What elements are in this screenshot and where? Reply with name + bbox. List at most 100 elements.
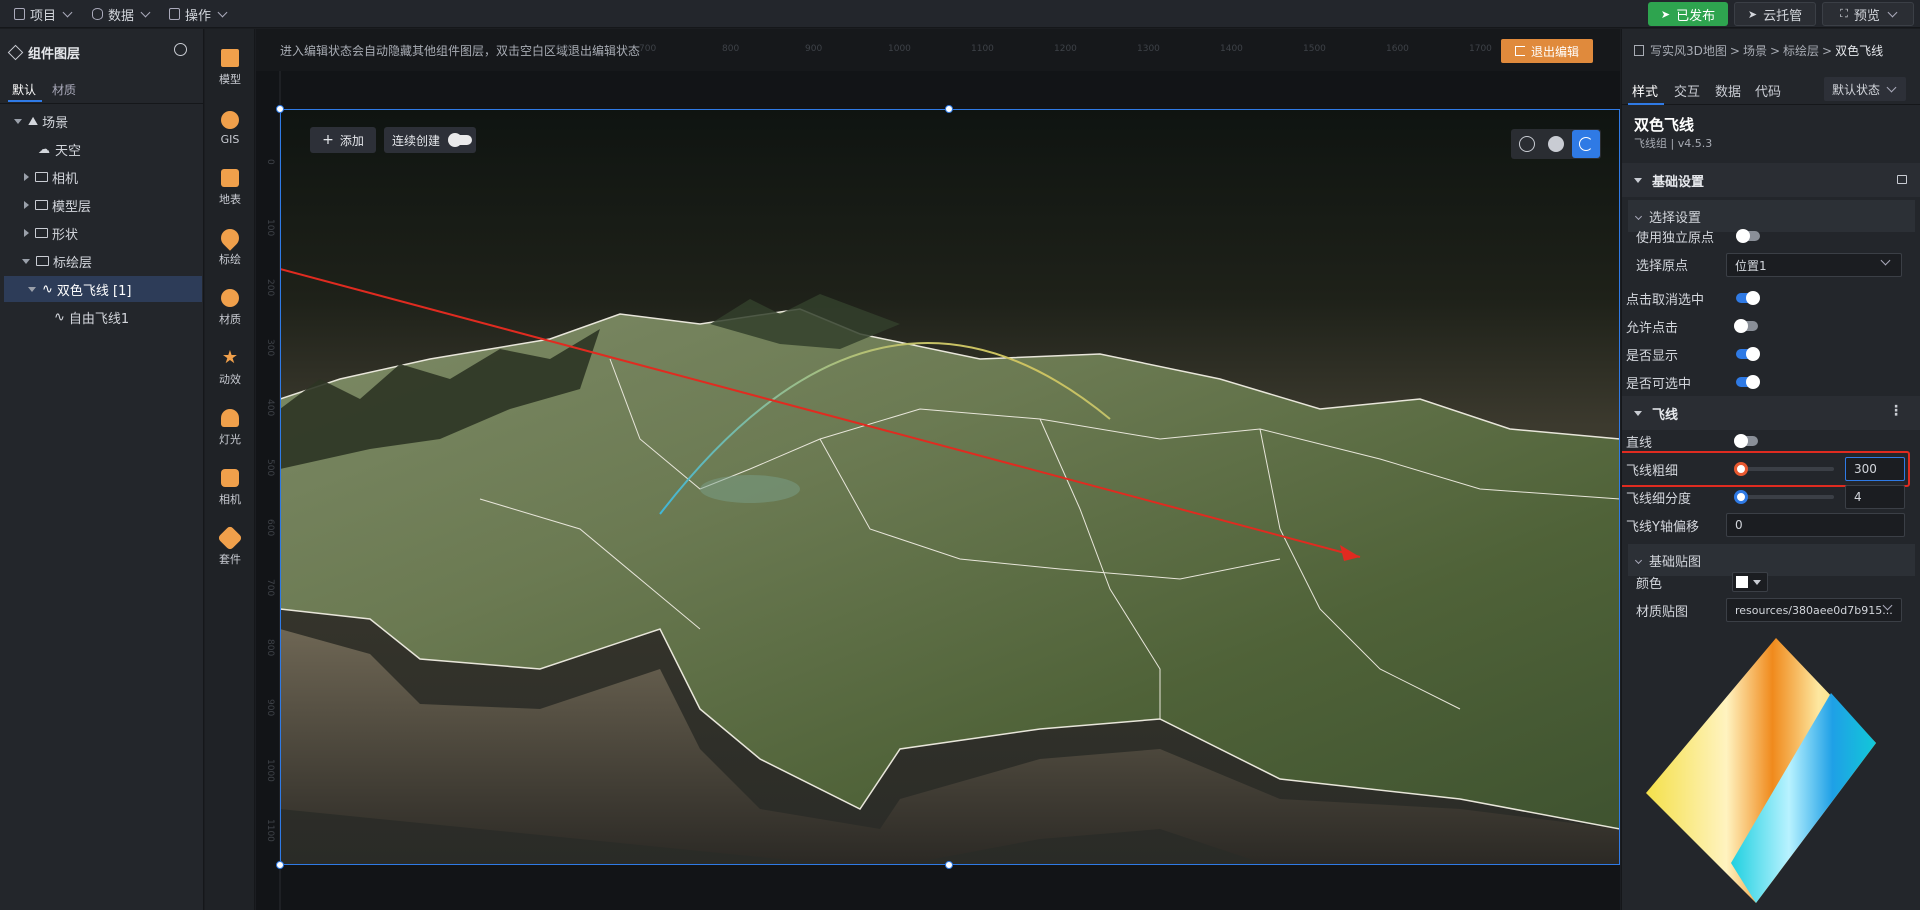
breadcrumb-scene[interactable]: 场景 <box>1743 42 1767 59</box>
allow-click-toggle[interactable] <box>1734 319 1758 333</box>
tab-interaction[interactable]: 交互 <box>1674 81 1700 100</box>
tool-surface[interactable]: 地表 <box>205 159 255 217</box>
ruler-tick-label: 1000 <box>888 44 911 54</box>
tool-model[interactable]: 模型 <box>205 39 255 97</box>
ruler-tick-label: 400 <box>265 399 275 416</box>
tool-gis[interactable]: GIS <box>205 99 255 157</box>
flyline-icon: ∿ <box>42 281 53 297</box>
texture-preview <box>1646 638 1876 903</box>
search-icon[interactable] <box>174 43 187 56</box>
menu-project[interactable]: 项目 <box>14 0 73 28</box>
texture-select[interactable]: resources/380aee0d7b915... <box>1726 598 1902 622</box>
tab-style[interactable]: 样式 <box>1632 81 1658 100</box>
menu-operation[interactable]: 操作 <box>169 0 228 28</box>
thickness-input[interactable]: 300 <box>1845 457 1905 481</box>
breadcrumb-map[interactable]: 写实风3D地图 <box>1650 42 1727 59</box>
more-icon[interactable]: ⋮ <box>1889 404 1903 418</box>
selectable-toggle[interactable] <box>1736 375 1760 389</box>
tool-camera[interactable]: 相机 <box>205 459 255 517</box>
caret-down-icon <box>1634 410 1642 416</box>
add-button[interactable]: + 添加 <box>310 127 376 153</box>
color-picker[interactable] <box>1732 572 1768 592</box>
preview-button[interactable]: ⛶ 预览 <box>1822 2 1914 26</box>
chevron-down-icon <box>62 7 73 17</box>
flyline-icon: ∿ <box>54 309 65 325</box>
tab-material[interactable]: 材质 <box>52 81 76 98</box>
ruler-tick-label: 900 <box>805 44 822 54</box>
breadcrumb-plot-layer[interactable]: 标绘层 <box>1783 42 1819 59</box>
thickness-slider-track[interactable] <box>1734 467 1834 471</box>
breadcrumb: 写实风3D地图 > 场景 > 标绘层 > 双色飞线 <box>1634 42 1883 59</box>
tab-code[interactable]: 代码 <box>1755 81 1781 100</box>
lock-icon[interactable] <box>1897 175 1907 184</box>
folder-icon <box>35 228 48 238</box>
tool-effect[interactable]: ★ 动效 <box>205 339 255 397</box>
caret-right-icon <box>24 229 29 237</box>
rotate-icon <box>1579 137 1593 151</box>
continuous-create-toggle[interactable] <box>448 133 472 147</box>
tree-item-shape[interactable]: 形状 <box>0 220 202 246</box>
tool-material[interactable]: 材质 <box>205 279 255 337</box>
chevron-down-icon <box>1880 255 1891 266</box>
tree-item-camera[interactable]: 相机 <box>0 164 202 190</box>
exit-edit-button[interactable]: 退出编辑 <box>1501 39 1593 63</box>
kit-icon <box>217 525 243 551</box>
state-select[interactable]: 默认状态 <box>1824 77 1906 101</box>
ruler-tick-label: 1000 <box>265 759 275 782</box>
database-icon <box>92 8 103 20</box>
segments-input[interactable]: 4 <box>1845 485 1905 509</box>
publish-button[interactable]: ➤ 已发布 <box>1648 2 1728 26</box>
tree-item-free-flyline[interactable]: ∿ 自由飞线1 <box>0 304 202 330</box>
ruler-tick-label: 700 <box>639 44 656 54</box>
tree-item-dual-color-flyline[interactable]: ∿ 双色飞线 [1] <box>4 276 202 302</box>
menu-data[interactable]: 数据 <box>92 0 151 28</box>
tool-light[interactable]: 灯光 <box>205 399 255 457</box>
lamp-icon <box>221 409 239 427</box>
camera-icon <box>221 469 239 487</box>
ruler-tick-label: 1500 <box>1303 44 1326 54</box>
tree-item-plot-layer[interactable]: 标绘层 <box>0 248 202 274</box>
resize-handle-top[interactable] <box>945 105 953 113</box>
tree-item-scene[interactable]: ⛰ 场景 <box>0 108 202 134</box>
visible-toggle[interactable] <box>1736 347 1760 361</box>
map-viewport[interactable] <box>280 109 1620 865</box>
cloud-hosting-button[interactable]: ➤ 云托管 <box>1734 2 1816 26</box>
thickness-slider-handle[interactable] <box>1734 462 1748 476</box>
divider <box>0 103 203 104</box>
ruler-tick-label: 600 <box>556 44 573 54</box>
segments-slider-track[interactable] <box>1734 495 1834 499</box>
tree-item-sky[interactable]: ☁ 天空 <box>0 136 202 162</box>
material-ball-icon <box>221 289 239 307</box>
send-icon: ➤ <box>1660 7 1671 21</box>
click-cancel-toggle[interactable] <box>1736 291 1760 305</box>
expand-icon: ⛶ <box>1840 7 1848 20</box>
tool-plot[interactable]: 标绘 <box>205 219 255 277</box>
caret-right-icon <box>24 201 29 209</box>
globe-view-icon[interactable] <box>1519 136 1535 152</box>
use-origin-toggle[interactable] <box>1736 229 1760 243</box>
straight-toggle[interactable] <box>1734 434 1758 448</box>
terrain-icon <box>221 169 239 187</box>
segments-slider-handle[interactable] <box>1734 490 1748 504</box>
y-offset-input[interactable]: 0 <box>1726 513 1905 537</box>
editor-canvas[interactable]: 进入编辑状态会自动隐藏其他组件图层，双击空白区域退出编辑状态 600 700 800… <box>256 29 1620 910</box>
tree-item-model-layer[interactable]: 模型层 <box>0 192 202 218</box>
ruler-tick-label: 1200 <box>1054 44 1077 54</box>
layers-icon <box>7 44 24 61</box>
layers-panel: 组件图层 默认 材质 ⛰ 场景 ☁ 天空 相机 模型层 形状 标绘层 ∿ 双色飞… <box>0 29 204 910</box>
section-basic-settings[interactable]: 基础设置 <box>1622 163 1920 197</box>
sphere-view-icon[interactable] <box>1548 136 1564 152</box>
ruler-tick-label: 1700 <box>1469 44 1492 54</box>
caret-down-icon <box>22 258 30 264</box>
resize-handle-bottom[interactable] <box>945 861 953 869</box>
tab-default[interactable]: 默认 <box>12 81 36 98</box>
rotate-view-button[interactable] <box>1572 130 1600 158</box>
select-origin-dropdown[interactable]: 位置1 <box>1726 253 1902 277</box>
tab-data[interactable]: 数据 <box>1715 81 1741 100</box>
resize-handle-top-left[interactable] <box>276 105 284 113</box>
resize-handle-bottom-left[interactable] <box>276 861 284 869</box>
layers-title: 组件图层 <box>28 47 81 62</box>
tool-kit[interactable]: 套件 <box>205 519 255 577</box>
caret-right-icon <box>24 173 29 181</box>
map-pin-icon <box>217 225 243 251</box>
